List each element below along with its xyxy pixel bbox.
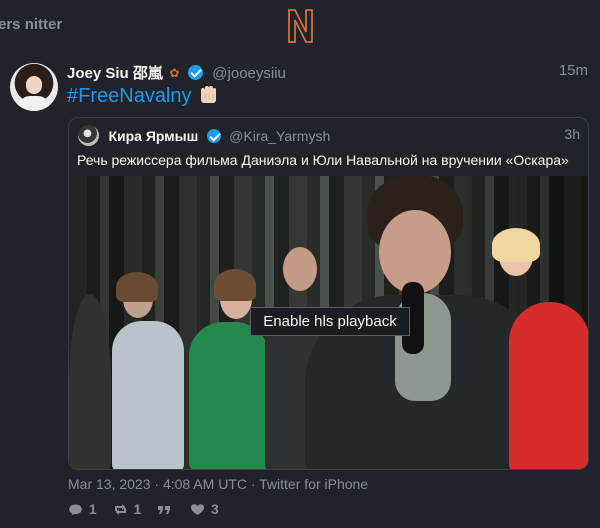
quote-avatar[interactable] [78,125,99,146]
enable-hls-button[interactable]: Enable hls playback [250,307,410,336]
quote-stat[interactable] [157,501,174,517]
tweet-published[interactable]: Mar 13, 2023 · 4:08 AM UTC · Twitter for… [68,476,368,492]
retweet-count: 1 [133,501,142,517]
like-stat[interactable]: 3 [190,501,219,517]
quote-content: Речь режиссера фильма Даниэла и Юли Нава… [77,152,569,168]
woman-green-dress [189,322,269,469]
woman-green-hair [214,269,256,301]
tweet-timestamp[interactable]: 15m [559,62,588,79]
hashtag-link[interactable]: #FreeNavalny [67,85,192,107]
navbar: ers nitter [0,0,600,50]
verified-badge-icon [206,129,221,143]
man-dark-head [283,247,317,291]
woman-gray-hair [116,272,158,302]
author-username[interactable]: @jooeysiiu [212,65,286,82]
avatar[interactable] [10,63,58,111]
woman-red-dress [509,302,588,469]
quote-header: Кира Ярмыш @Kira_Yarmysh [78,125,330,146]
quote-icon [158,506,171,514]
verified-badge-icon [187,65,203,80]
person-left-edge [69,294,111,469]
quote-author-username[interactable]: @Kira_Yarmysh [229,128,330,144]
raised-fist-icon [201,86,217,103]
quote-author-fullname[interactable]: Кира Ярмыш [108,128,198,144]
tweet-card: Joey Siu 邵嵐 ✿ @jooeysiiu 15m #FreeNavaln… [0,50,600,528]
nav-title[interactable]: ers nitter [0,16,62,33]
retweet-stat[interactable]: 1 [113,501,142,517]
heart-icon [191,504,205,515]
comment-icon [69,504,82,516]
quoted-tweet[interactable]: Кира Ярмыш @Kira_Yarmysh 3h Речь режиссе… [68,117,589,470]
tweet-header: Joey Siu 邵嵐 ✿ @jooeysiiu [67,62,286,82]
comment-stat[interactable]: 1 [68,501,97,517]
flower-icon: ✿ [169,66,180,80]
tweet-content: #FreeNavalny [67,84,219,108]
nitter-logo[interactable] [284,8,316,44]
author-fullname[interactable]: Joey Siu 邵嵐 [67,65,163,82]
woman-red-hair [492,228,540,262]
quote-timestamp[interactable]: 3h [564,126,580,142]
comment-count: 1 [88,501,97,517]
tweet-stats: 1 1 3 [68,501,231,519]
like-count: 3 [210,501,219,517]
woman-gray-dress [112,321,184,469]
video-player[interactable]: Enable hls playback [69,176,588,469]
retweet-icon [114,504,126,515]
